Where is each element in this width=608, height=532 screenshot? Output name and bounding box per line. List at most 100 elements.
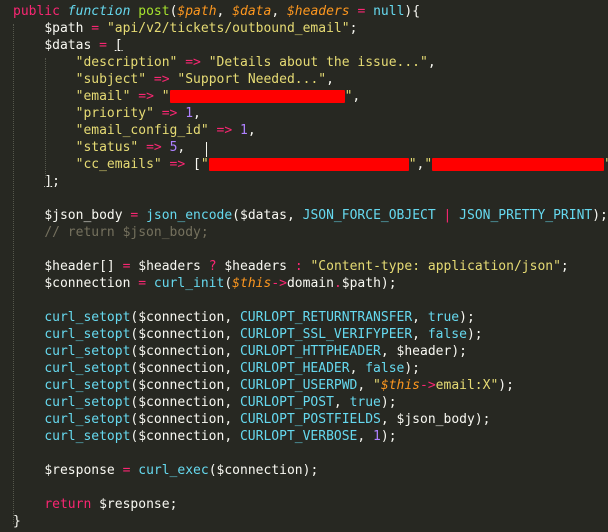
code-token: ( (232, 208, 240, 223)
code-line[interactable]: // return $json_body; (0, 224, 608, 241)
code-token: "subject" (75, 72, 147, 87)
code-token: => (185, 55, 201, 70)
code-token: $header (44, 259, 100, 274)
code-token: -> (271, 276, 287, 291)
code-token: => (161, 106, 178, 121)
code-token: // return $json_body; (44, 225, 209, 240)
code-line[interactable]: $json_body = json_encode($datas, JSON_FO… (0, 207, 608, 224)
code-token: , (357, 378, 374, 393)
code-line[interactable]: curl_setopt($connection, CURLOPT_POSTFIE… (0, 411, 608, 428)
code-token: [ (193, 157, 201, 172)
code-token: " (200, 157, 209, 172)
code-token: $header (396, 344, 452, 359)
code-token: function (67, 4, 131, 19)
code-line[interactable]: "priority" => 1, (0, 105, 608, 122)
code-token: , (224, 327, 240, 342)
code-line[interactable] (0, 190, 608, 207)
redacted-text (432, 158, 605, 171)
code-line[interactable]: $datas = [ (0, 37, 608, 54)
code-line[interactable] (0, 479, 608, 496)
code-line[interactable]: $path = "api/v2/tickets/outbound_email"; (0, 20, 608, 37)
code-line[interactable]: curl_setopt($connection, CURLOPT_POST, t… (0, 394, 608, 411)
code-line[interactable]: curl_setopt($connection, CURLOPT_HTTPHEA… (0, 343, 608, 360)
code-token: "Details about the issue..." (208, 55, 428, 70)
code-token: => (138, 89, 154, 104)
code-line[interactable]: curl_setopt($connection, CURLOPT_RETURNT… (0, 309, 608, 326)
code-token: $headers (286, 4, 350, 19)
code-token: ); (459, 310, 475, 325)
code-line[interactable] (0, 292, 608, 309)
code-token: } (13, 514, 21, 529)
code-line[interactable]: "email" => " ", (0, 88, 608, 105)
code-line[interactable]: curl_setopt($connection, CURLOPT_USERPWD… (0, 377, 608, 394)
code-line[interactable]: $connection = curl_init($this->domain.$p… (0, 275, 608, 292)
code-token: "email" (75, 89, 131, 104)
code-editor[interactable]: public function post ($path, $data, $head… (0, 0, 608, 532)
code-line[interactable]: "cc_emails" => ["",""] (0, 156, 608, 173)
code-token: , (286, 208, 303, 223)
code-token: , (333, 395, 350, 410)
code-token: $this (380, 378, 421, 393)
code-line[interactable]: "subject" => "Support Needed...", (0, 71, 608, 88)
code-token: $response (44, 463, 115, 478)
code-token: , (224, 361, 240, 376)
code-line[interactable]: curl_setopt($connection, CURLOPT_VERBOSE… (0, 428, 608, 445)
code-token: "Content-type: application/json" (310, 259, 561, 274)
code-line[interactable]: curl_setopt($connection, CURLOPT_HEADER,… (0, 360, 608, 377)
code-token: JSON_FORCE_OBJECT (302, 208, 436, 223)
code-token: ( (224, 276, 233, 291)
code-token: email:X" (435, 378, 499, 393)
code-token: public (13, 4, 60, 19)
code-token: "cc_emails" (75, 157, 162, 172)
code-token: ); (592, 208, 608, 223)
code-token: , (271, 4, 287, 19)
code-line[interactable]: "email_config_id" => 1, (0, 122, 608, 139)
code-token: curl_setopt (44, 327, 131, 342)
code-line[interactable]: $header[] = $headers ? $headers : "Conte… (0, 258, 608, 275)
code-line[interactable]: public function post($path, $data, $head… (0, 3, 608, 20)
code-token: , (427, 55, 436, 70)
code-token: => (146, 140, 162, 155)
code-line[interactable]: "description" => "Details about the issu… (0, 54, 608, 71)
code-token: , (224, 429, 240, 444)
code-token: , (352, 89, 361, 104)
code-line[interactable] (0, 445, 608, 462)
code-token: null (373, 4, 405, 19)
code-token: false (427, 327, 467, 342)
code-token: "api/v2/tickets/outbound_email" (106, 21, 350, 36)
code-token: $connection (216, 463, 303, 478)
code-line[interactable]: ]; (0, 173, 608, 190)
code-line[interactable] (0, 241, 608, 258)
code-line[interactable]: "status" => 5, (0, 139, 608, 156)
code-line[interactable]: return $response; (0, 496, 608, 513)
code-token: $path (341, 276, 381, 291)
code-line[interactable]: $response = curl_exec($connection); (0, 462, 608, 479)
code-token: , (349, 361, 366, 376)
code-token: curl_exec (138, 463, 209, 478)
code-line[interactable]: } (0, 513, 608, 530)
code-line[interactable]: curl_setopt($connection, CURLOPT_SSL_VER… (0, 326, 608, 343)
code-token: ); (498, 378, 514, 393)
code-token: $connection (138, 412, 225, 427)
